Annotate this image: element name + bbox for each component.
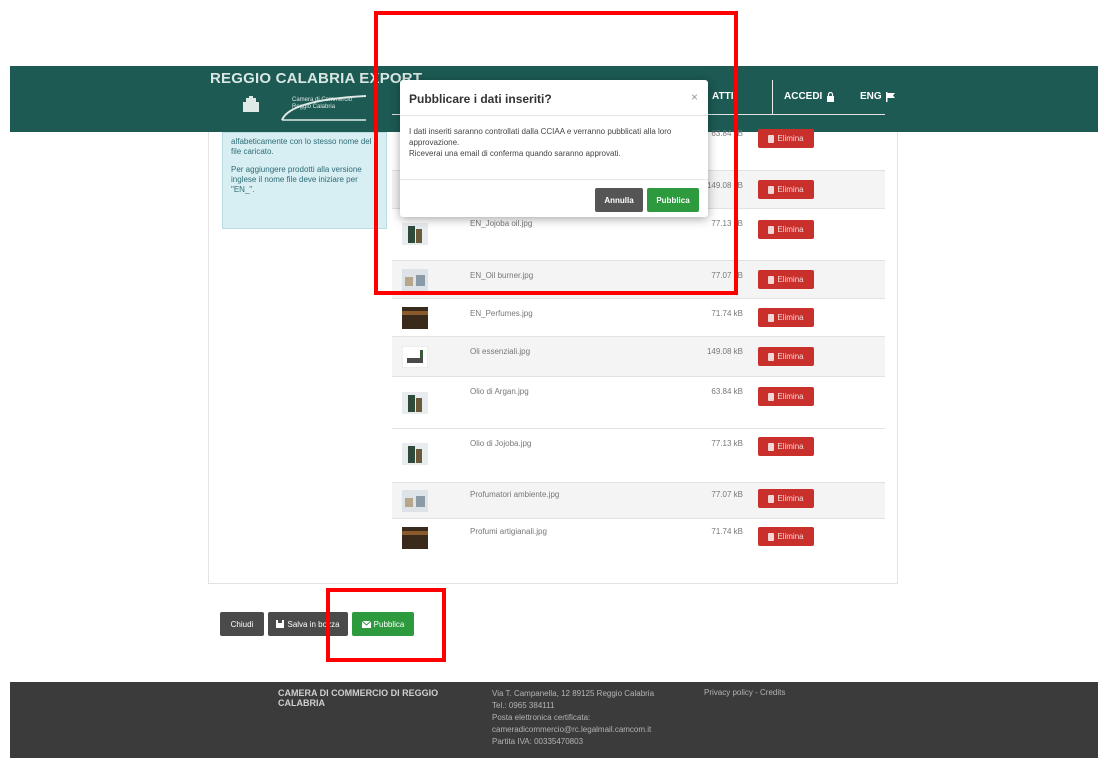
floppy-icon — [276, 620, 285, 628]
file-size: 71.74 kB — [711, 527, 743, 536]
delete-button[interactable]: Elimina — [758, 527, 814, 546]
table-row: Profumi artigianali.jpg 71.74 kB Elimina — [392, 518, 885, 556]
table-row: Olio di Argan.jpg 63.84 kB Elimina — [392, 376, 885, 428]
delete-button[interactable]: Elimina — [758, 220, 814, 239]
info-alert: alfabeticamente con lo stesso nome del f… — [222, 132, 387, 229]
flag-icon — [885, 91, 895, 102]
product-thumbnail[interactable] — [402, 443, 428, 465]
file-name[interactable]: EN_Perfumes.jpg — [470, 309, 533, 318]
product-thumbnail[interactable] — [402, 527, 428, 549]
lock-icon — [827, 91, 835, 102]
table-row: Oli essenziali.jpg 149.08 kB Elimina — [392, 336, 885, 376]
file-name[interactable]: Profumatori ambiente.jpg — [470, 490, 559, 499]
file-size: 149.08 kB — [706, 347, 743, 356]
file-size: 77.07 kB — [711, 490, 743, 499]
footer-address: Via T. Campanella, 12 89125 Reggio Calab… — [492, 689, 655, 698]
product-thumbnail[interactable] — [402, 346, 428, 368]
delete-label: Elimina — [777, 275, 804, 284]
delete-label: Elimina — [777, 392, 804, 401]
trash-icon — [768, 313, 775, 322]
login-link[interactable]: ACCEDI — [784, 91, 835, 102]
info-text-2: Per aggiungere prodotti alla versione in… — [231, 165, 362, 194]
footer-org-name: CAMERA DI COMMERCIO DI REGGIO CALABRIA — [278, 688, 439, 708]
close-button[interactable]: Chiudi — [220, 612, 264, 636]
delete-button[interactable]: Elimina — [758, 489, 814, 508]
trash-icon — [768, 494, 775, 503]
file-size: 63.84 kB — [711, 387, 743, 396]
delete-button[interactable]: Elimina — [758, 129, 814, 148]
chamber-logo[interactable]: Camera di Commercio Reggio Calabria — [240, 94, 370, 124]
footer-contacts: Via T. Campanella, 12 89125 Reggio Calab… — [492, 688, 692, 748]
file-name[interactable]: Olio di Argan.jpg — [470, 387, 529, 396]
logo-text: Camera di Commercio Reggio Calabria — [292, 97, 353, 110]
file-size: 71.74 kB — [711, 309, 743, 318]
footer-vat: Partita IVA: 00335470803 — [492, 737, 584, 746]
product-thumbnail[interactable] — [402, 392, 428, 414]
delete-button[interactable]: Elimina — [758, 270, 814, 289]
file-name[interactable]: Oli essenziali.jpg — [470, 347, 530, 356]
delete-label: Elimina — [777, 352, 804, 361]
site-footer: CAMERA DI COMMERCIO DI REGGIO CALABRIA V… — [10, 682, 1098, 758]
trash-icon — [768, 275, 775, 284]
footer-pec-label: Posta elettronica certificata: — [492, 713, 591, 722]
login-label: ACCEDI — [784, 91, 823, 102]
table-row: Olio di Jojoba.jpg 77.13 kB Elimina — [392, 428, 885, 482]
nav-divider — [772, 80, 773, 114]
file-name[interactable]: Profumi artigianali.jpg — [470, 527, 547, 536]
delete-label: Elimina — [777, 532, 804, 541]
delete-label: Elimina — [777, 225, 804, 234]
footer-links[interactable]: Privacy policy - Credits — [704, 688, 785, 697]
language-label: ENG — [860, 91, 882, 102]
file-size: 77.13 kB — [711, 439, 743, 448]
delete-button[interactable]: Elimina — [758, 308, 814, 327]
delete-button[interactable]: Elimina — [758, 387, 814, 406]
file-name[interactable]: Olio di Jojoba.jpg — [470, 439, 531, 448]
trash-icon — [768, 134, 775, 143]
table-row: EN_Perfumes.jpg 71.74 kB Elimina — [392, 298, 885, 336]
trash-icon — [768, 392, 775, 401]
trash-icon — [768, 442, 775, 451]
delete-label: Elimina — [777, 494, 804, 503]
trash-icon — [768, 532, 775, 541]
footer-phone: Tel.: 0965 384111 — [492, 701, 555, 710]
product-thumbnail[interactable] — [402, 490, 428, 512]
footer-pec-email[interactable]: cameradicommercio@rc.legalmail.camcom.it — [492, 724, 692, 736]
trash-icon — [768, 225, 775, 234]
table-row: Profumatori ambiente.jpg 77.07 kB Elimin… — [392, 482, 885, 518]
delete-button[interactable]: Elimina — [758, 180, 814, 199]
delete-button[interactable]: Elimina — [758, 437, 814, 456]
trash-icon — [768, 352, 775, 361]
delete-button[interactable]: Elimina — [758, 347, 814, 366]
delete-label: Elimina — [777, 442, 804, 451]
language-switch[interactable]: ENG — [860, 91, 896, 102]
product-thumbnail[interactable] — [402, 307, 428, 329]
highlight-box-dialog — [374, 11, 738, 295]
highlight-box-publish — [326, 588, 446, 662]
info-text-1: alfabeticamente con lo stesso nome del f… — [231, 137, 372, 156]
delete-label: Elimina — [777, 313, 804, 322]
trash-icon — [768, 185, 775, 194]
crest-icon — [243, 96, 259, 112]
delete-label: Elimina — [777, 134, 804, 143]
delete-label: Elimina — [777, 185, 804, 194]
page: REGGIO CALABRIA EXPORT Camera di Commerc… — [0, 0, 1113, 758]
